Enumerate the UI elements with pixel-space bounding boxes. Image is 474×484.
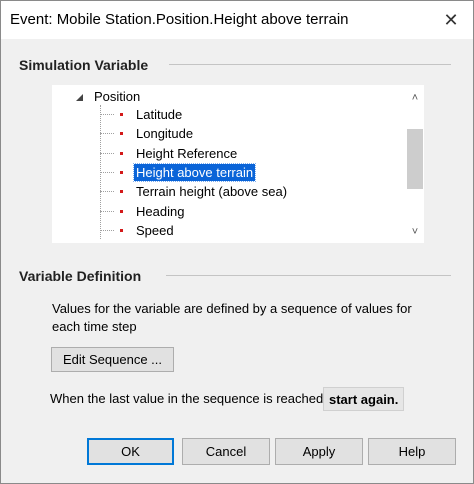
simulation-variable-header: Simulation Variable [19, 57, 149, 73]
title-bar: Event: Mobile Station.Position.Height ab… [1, 1, 473, 39]
bullet-icon [120, 210, 123, 213]
tree-item-label: Heading [136, 204, 185, 219]
tree-item-label: Latitude [136, 107, 183, 122]
tree-item-label: Longitude [136, 126, 194, 141]
start-again-link[interactable]: start again. [323, 387, 405, 411]
cancel-button[interactable]: Cancel [182, 438, 270, 465]
tree-item-terrain-height[interactable]: Terrain height (above sea) [100, 182, 289, 201]
last-value-text: When the last value in the sequence is r… [50, 391, 327, 406]
section-divider [169, 64, 451, 65]
expanded-triangle-icon[interactable] [76, 93, 83, 101]
scroll-thumb[interactable] [407, 129, 423, 189]
bullet-icon [120, 229, 123, 232]
tree-node-position[interactable]: Position [76, 87, 140, 105]
tree-item-label: Height above terrain [132, 163, 257, 182]
tree-item-label: Height Reference [136, 146, 238, 161]
edit-sequence-button[interactable]: Edit Sequence ... [51, 347, 174, 372]
variable-tree[interactable]: Position Latitude Longitude Height Refer… [52, 85, 424, 243]
tree-item-height-above-terrain[interactable]: Height above terrain [100, 163, 257, 182]
bullet-icon [120, 132, 123, 135]
scroll-up-icon[interactable]: ˄ [406, 89, 424, 107]
bullet-icon [120, 190, 123, 193]
variable-definition-header: Variable Definition [19, 268, 142, 284]
tree-item-heading[interactable]: Heading [100, 202, 186, 221]
bullet-icon [120, 171, 123, 174]
window-title: Event: Mobile Station.Position.Height ab… [10, 11, 349, 28]
tree-item-height-reference[interactable]: Height Reference [100, 144, 239, 163]
close-icon[interactable]: ✕ [437, 7, 465, 33]
event-dialog: Event: Mobile Station.Position.Height ab… [0, 0, 474, 484]
help-button[interactable]: Help [368, 438, 456, 465]
tree-node-label: Position [94, 88, 141, 104]
scroll-down-icon[interactable]: ˅ [406, 223, 424, 241]
bullet-icon [120, 113, 123, 116]
variable-description: Values for the variable are defined by a… [52, 301, 412, 334]
ok-button[interactable]: OK [87, 438, 174, 465]
apply-button[interactable]: Apply [275, 438, 363, 465]
tree-item-label: Speed [136, 223, 174, 238]
bullet-icon [120, 152, 123, 155]
tree-scrollbar[interactable]: ˄ ˅ [406, 85, 424, 243]
section-divider [166, 275, 451, 276]
tree-item-longitude[interactable]: Longitude [100, 124, 195, 143]
tree-item-label: Terrain height (above sea) [136, 184, 288, 199]
tree-item-speed[interactable]: Speed [100, 221, 176, 240]
tree-item-latitude[interactable]: Latitude [100, 105, 184, 124]
